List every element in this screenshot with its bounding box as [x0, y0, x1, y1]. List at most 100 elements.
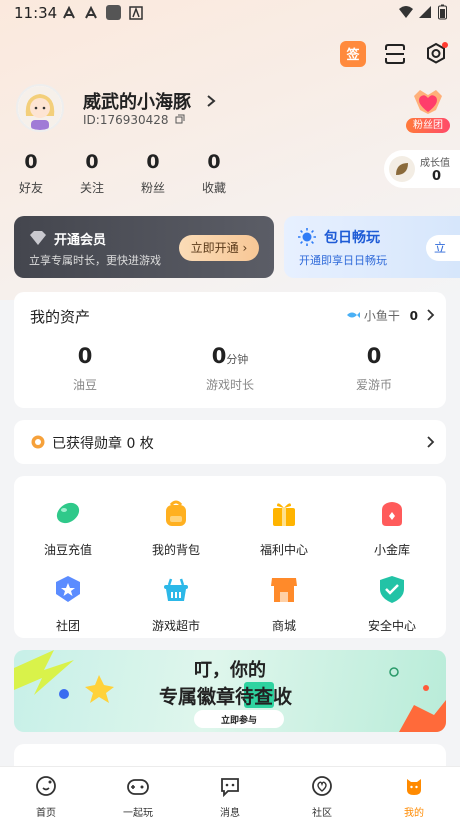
stat-friends[interactable]: 0 好友	[6, 151, 56, 196]
status-time: 11:34	[14, 4, 58, 22]
asset-number: 0	[211, 344, 227, 368]
wallet-icon	[382, 502, 402, 526]
copy-icon[interactable]	[175, 114, 185, 124]
app-notification-icon	[63, 6, 75, 19]
growth-value-widget[interactable]: 成长值 0	[384, 150, 460, 188]
gamepad-icon	[127, 779, 149, 795]
day-pass-card[interactable]: 包日畅玩 开通即享日日畅玩 立	[284, 216, 460, 278]
asset-coins[interactable]: 0 爱游币	[324, 344, 424, 393]
stat-number: 0	[85, 151, 99, 173]
grid-item-backpack[interactable]: 我的背包	[122, 498, 230, 558]
tab-mine[interactable]: 我的	[368, 775, 460, 817]
grid-item-welfare[interactable]: 福利中心	[230, 498, 338, 558]
fish-icon	[347, 312, 360, 318]
growth-value: 0	[432, 169, 442, 184]
grid-item-label: 社团	[55, 619, 80, 633]
fish-balance[interactable]: 小鱼干 0	[346, 307, 418, 324]
grid-item-club[interactable]: 社团	[14, 574, 122, 634]
day-pass-title: 包日畅玩	[324, 230, 380, 246]
message-icon	[221, 778, 239, 798]
vip-open-button-label: 立即开通	[190, 241, 239, 255]
avatar[interactable]	[16, 84, 64, 132]
tab-play-together[interactable]: 一起玩	[92, 775, 184, 817]
vip-open-button[interactable]: 立即开通 ›	[179, 235, 259, 261]
vip-subtitle: 立享专属时长，更快进游戏	[29, 254, 161, 267]
app-notification-icon-4	[129, 6, 143, 20]
banner-join-button[interactable]: 立即参与	[194, 713, 284, 726]
asset-label: 游戏时长	[205, 378, 254, 392]
grid-item-oil-recharge[interactable]: 油豆充值	[14, 498, 122, 558]
grid-item-security[interactable]: 安全中心	[338, 574, 446, 634]
vip-card[interactable]: 开通会员 立享专属时长，更快进游戏 立即开通 ›	[14, 216, 274, 278]
banner-line1: 叮，你的	[194, 660, 266, 681]
bottom-tab-bar: 首页 一起玩 消息 社区 我的	[0, 766, 460, 817]
diamond-icon	[30, 231, 46, 245]
gift-icon	[273, 503, 295, 526]
check-in-button[interactable]: 签	[340, 41, 366, 67]
wifi-icon	[399, 6, 413, 18]
community-icon	[312, 776, 332, 796]
app-notification-icon-2	[85, 6, 97, 19]
grid-item-label: 油豆充值	[43, 543, 92, 557]
vip-title: 开通会员	[54, 233, 107, 248]
chevron-right-icon	[427, 436, 435, 448]
bean-icon	[56, 502, 80, 524]
tab-home[interactable]: 首页	[0, 775, 92, 817]
grid-item-label: 我的背包	[151, 543, 200, 557]
fish-label: 小鱼干	[363, 309, 400, 323]
medal-icon	[31, 435, 45, 449]
growth-label: 成长值	[420, 158, 450, 169]
medal-row[interactable]: 已获得勋章 0 枚	[14, 420, 446, 464]
nickname-text: 威武的小海豚	[83, 92, 191, 113]
promo-banner[interactable]: 叮，你的 专属徽章待查收 立即参与	[14, 650, 446, 732]
stat-fans[interactable]: 0 粉丝	[128, 151, 178, 196]
heart-badge-icon	[414, 90, 442, 114]
nickname[interactable]: 威武的小海豚	[83, 88, 217, 114]
settings-icon[interactable]	[423, 41, 449, 67]
check-in-label: 签	[346, 48, 360, 63]
day-pass-button[interactable]: 立	[426, 235, 460, 261]
function-grid: 油豆充值 我的背包 福利中心 小金库 社团 游戏超市 商城 安全中心	[14, 476, 446, 638]
user-id: ID:176930428	[83, 113, 185, 127]
basket-icon	[164, 578, 188, 601]
backpack-icon	[166, 500, 186, 526]
asset-label: 爱游币	[355, 378, 392, 392]
stat-favorites[interactable]: 0 收藏	[189, 151, 239, 196]
grid-item-shop[interactable]: 商城	[230, 574, 338, 634]
asset-unit: 分钟	[226, 353, 249, 366]
grid-item-label: 游戏超市	[151, 619, 200, 633]
fan-club-badge[interactable]: 粉丝团	[406, 88, 450, 133]
app-notification-icon-3	[106, 5, 121, 20]
shield-icon	[380, 576, 404, 603]
grid-item-label: 小金库	[373, 543, 410, 557]
tab-label: 一起玩	[123, 808, 153, 817]
stat-label: 好友	[18, 181, 43, 195]
shop-icon	[271, 578, 297, 602]
stat-number: 0	[146, 151, 160, 173]
asset-oil-beans[interactable]: 0 油豆	[35, 344, 135, 393]
asset-number-row: 0分钟	[180, 344, 280, 368]
club-icon	[56, 576, 80, 602]
grid-item-label: 福利中心	[259, 543, 308, 557]
grid-item-label: 商城	[271, 619, 296, 633]
avatar-girl-icon	[18, 86, 62, 130]
banner-line2: 专属徽章待查收	[159, 686, 293, 708]
assets-card: 我的资产 小鱼干 0 0 油豆 0分钟 游戏时长 0 爱游币	[14, 292, 446, 408]
stat-number: 0	[207, 151, 221, 173]
tab-community[interactable]: 社区	[276, 775, 368, 817]
assets-title: 我的资产	[30, 308, 91, 326]
tab-messages[interactable]: 消息	[184, 775, 276, 817]
stat-label: 关注	[79, 181, 104, 195]
tab-label: 首页	[36, 808, 56, 817]
grid-item-label: 安全中心	[367, 619, 416, 633]
asset-game-time[interactable]: 0分钟 游戏时长	[180, 344, 280, 393]
stat-label: 收藏	[201, 181, 226, 195]
stat-following[interactable]: 0 关注	[67, 151, 117, 196]
asset-number: 0	[77, 344, 93, 368]
scan-icon[interactable]	[383, 42, 407, 66]
day-pass-subtitle: 开通即享日日畅玩	[299, 254, 387, 267]
grid-item-game-market[interactable]: 游戏超市	[122, 574, 230, 634]
grid-item-vault[interactable]: 小金库	[338, 498, 446, 558]
chevron-right-icon[interactable]	[427, 309, 435, 321]
status-bar: 11:34	[0, 0, 460, 26]
